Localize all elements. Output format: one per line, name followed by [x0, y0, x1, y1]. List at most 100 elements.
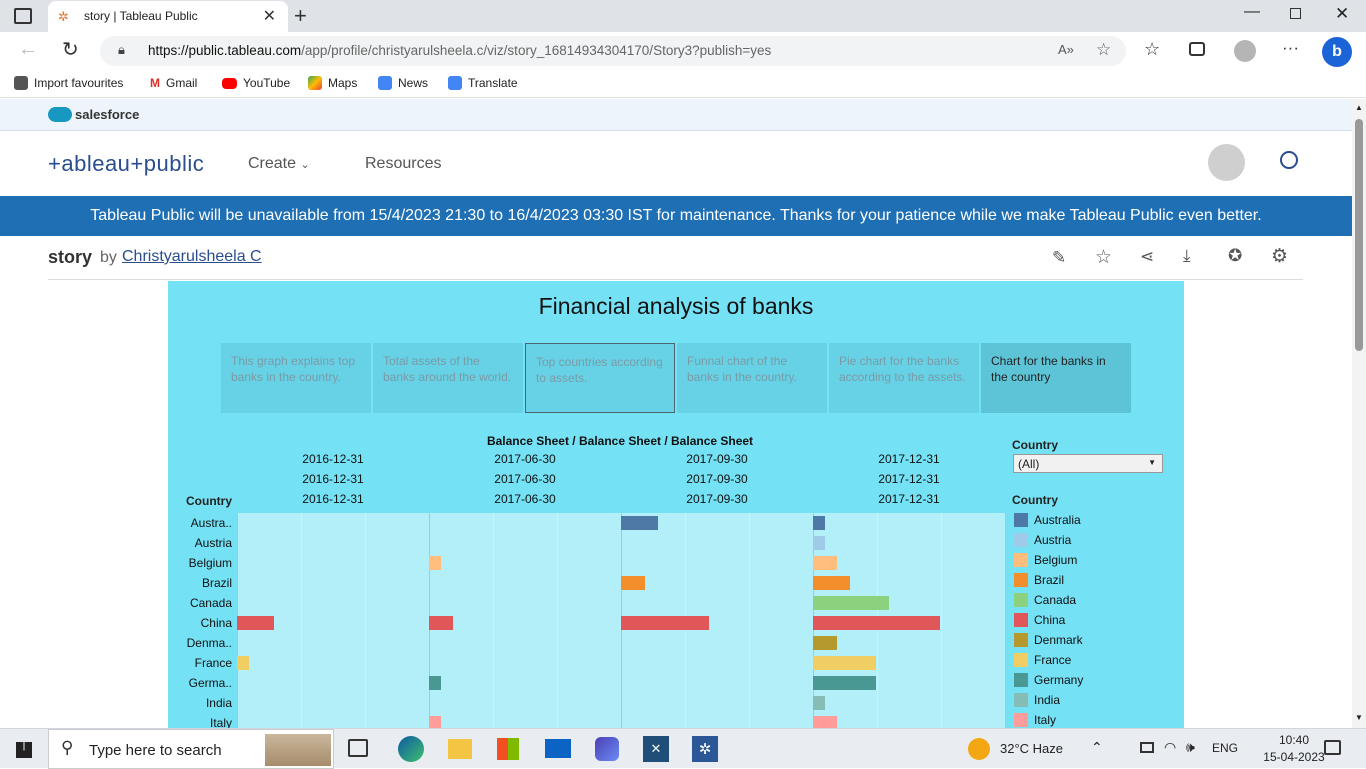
minimize-icon[interactable]: —	[1244, 3, 1260, 21]
bar-mark[interactable]	[813, 616, 940, 630]
notifications-icon[interactable]	[1324, 740, 1341, 755]
task-view-icon[interactable]	[348, 739, 368, 757]
new-tab-icon[interactable]: +	[294, 3, 307, 29]
bar-mark[interactable]	[813, 556, 837, 570]
bar-mark[interactable]	[621, 616, 709, 630]
clock-time[interactable]: 10:40	[1266, 733, 1322, 747]
legend-item[interactable]: Brazil	[1014, 570, 1064, 590]
windows-start-icon[interactable]	[16, 742, 32, 758]
profile-avatar-icon[interactable]	[1234, 40, 1256, 62]
download-icon[interactable]: ⤓	[1183, 246, 1191, 266]
close-window-icon[interactable]: ✕	[1335, 4, 1349, 24]
legend-item[interactable]: Australia	[1014, 510, 1081, 530]
legend-item[interactable]: Belgium	[1014, 550, 1077, 570]
settings-gear-icon[interactable]: ⚙	[1271, 245, 1288, 268]
edge-icon[interactable]	[398, 736, 424, 762]
scroll-down-icon[interactable]: ▼	[1355, 713, 1363, 722]
bar-mark[interactable]	[813, 536, 825, 550]
tableau-favicon-icon: ✲	[58, 9, 69, 24]
nav-resources[interactable]: Resources	[365, 155, 441, 173]
bar-mark[interactable]	[813, 696, 825, 710]
bar-mark[interactable]	[429, 556, 441, 570]
fav-youtube[interactable]: YouTube	[222, 76, 290, 90]
store-icon[interactable]	[497, 738, 519, 760]
file-explorer-icon[interactable]	[448, 739, 472, 759]
bar-mark[interactable]	[429, 676, 441, 690]
fav-news[interactable]: News	[378, 76, 428, 90]
legend-item[interactable]: Denmark	[1014, 630, 1083, 650]
back-icon[interactable]: ←	[18, 38, 38, 61]
bar-mark[interactable]	[813, 576, 850, 590]
bar-mark[interactable]	[813, 676, 876, 690]
favorite-star-icon[interactable]: ☆	[1095, 246, 1112, 269]
taskbar-search-box[interactable]: ⚲ Type here to search	[48, 729, 334, 769]
story-point-6-active[interactable]: Chart for the banks in the country	[981, 343, 1131, 413]
weather-text[interactable]: 32°C Haze	[1000, 741, 1063, 756]
fav-translate[interactable]: Translate	[448, 76, 518, 90]
bar-mark[interactable]	[429, 716, 441, 728]
bar-mark[interactable]	[621, 576, 645, 590]
refresh-icon[interactable]: ↻	[62, 37, 79, 62]
add-favourite-icon[interactable]: ☆	[1096, 40, 1111, 60]
legend-item[interactable]: France	[1014, 650, 1071, 670]
legend-item[interactable]: Germany	[1014, 670, 1083, 690]
share-icon[interactable]: ⋖	[1140, 247, 1154, 267]
tableau-public-app-icon[interactable]: ✲	[692, 736, 718, 762]
country-filter-dropdown[interactable]: (All) ▼	[1013, 454, 1163, 473]
bing-icon[interactable]: b	[1322, 37, 1352, 67]
legend-item[interactable]: Austria	[1014, 530, 1071, 550]
bar-mark[interactable]	[237, 616, 274, 630]
story-point-2[interactable]: Total assets of the banks around the wor…	[373, 343, 523, 413]
tableau-app-icon[interactable]: ✕	[643, 736, 669, 762]
bar-mark[interactable]	[813, 656, 876, 670]
url-bar[interactable]: 🔒︎ https://public.tableau.com/app/profil…	[100, 36, 1126, 66]
scroll-up-icon[interactable]: ▲	[1355, 103, 1363, 112]
bar-mark[interactable]	[621, 516, 658, 530]
bar-mark[interactable]	[813, 516, 825, 530]
mail-icon[interactable]	[545, 739, 571, 758]
salesforce-label[interactable]: salesforce	[75, 107, 139, 122]
badge-icon[interactable]: ✪	[1228, 246, 1242, 266]
restore-icon[interactable]	[1290, 8, 1301, 19]
author-link[interactable]: Christyarulsheela C	[122, 248, 262, 266]
fav-gmail[interactable]: M Gmail	[150, 76, 197, 90]
collections-icon[interactable]	[1189, 42, 1205, 56]
tab-actions-icon[interactable]	[14, 8, 32, 24]
fav-maps[interactable]: Maps	[308, 76, 357, 90]
favourites-icon[interactable]: ☆	[1144, 39, 1160, 60]
copilot-icon[interactable]	[595, 737, 619, 761]
tab-close-icon[interactable]: ✕	[263, 6, 276, 26]
bar-mark[interactable]	[237, 656, 249, 670]
scroll-thumb[interactable]	[1355, 119, 1363, 351]
legend-item[interactable]: India	[1014, 690, 1060, 710]
volume-icon[interactable]: 🕪︎	[1186, 739, 1195, 756]
story-point-1[interactable]: This graph explains top banks in the cou…	[221, 343, 371, 413]
clock-date[interactable]: 15-04-2023	[1260, 750, 1328, 764]
tray-chevron-icon[interactable]: ⌃	[1091, 739, 1103, 756]
story-point-5[interactable]: Pie chart for the banks according to the…	[829, 343, 979, 413]
browser-tab[interactable]: ✲ story | Tableau Public ✕	[48, 1, 288, 32]
grid-line	[941, 513, 942, 728]
edit-icon[interactable]: ✎	[1052, 248, 1066, 268]
fav-import[interactable]: Import favourites	[14, 76, 123, 90]
story-point-4[interactable]: Funnal chart of the banks in the country…	[677, 343, 827, 413]
bar-mark[interactable]	[813, 716, 837, 728]
search-icon[interactable]	[1280, 151, 1298, 169]
language-indicator[interactable]: ENG	[1212, 741, 1238, 755]
legend-item[interactable]: Italy	[1014, 710, 1056, 728]
bar-mark[interactable]	[429, 616, 453, 630]
user-avatar-icon[interactable]	[1208, 144, 1245, 181]
page-scrollbar[interactable]: ▲ ▼	[1352, 99, 1366, 728]
legend-item[interactable]: China	[1014, 610, 1065, 630]
bar-mark[interactable]	[813, 596, 889, 610]
nav-create[interactable]: Create ⌄	[248, 155, 310, 173]
network-icon[interactable]	[1140, 742, 1154, 753]
bar-mark[interactable]	[813, 636, 837, 650]
legend-item[interactable]: Canada	[1014, 590, 1076, 610]
more-menu-icon[interactable]: ···	[1282, 38, 1299, 58]
story-point-3[interactable]: Top countries according to assets.	[525, 343, 675, 413]
tableau-public-logo[interactable]: +ableau+public	[48, 151, 204, 177]
read-aloud-icon[interactable]: A»	[1058, 42, 1074, 57]
wifi-icon[interactable]: ◠	[1164, 739, 1176, 756]
weather-sun-icon[interactable]	[968, 738, 990, 760]
